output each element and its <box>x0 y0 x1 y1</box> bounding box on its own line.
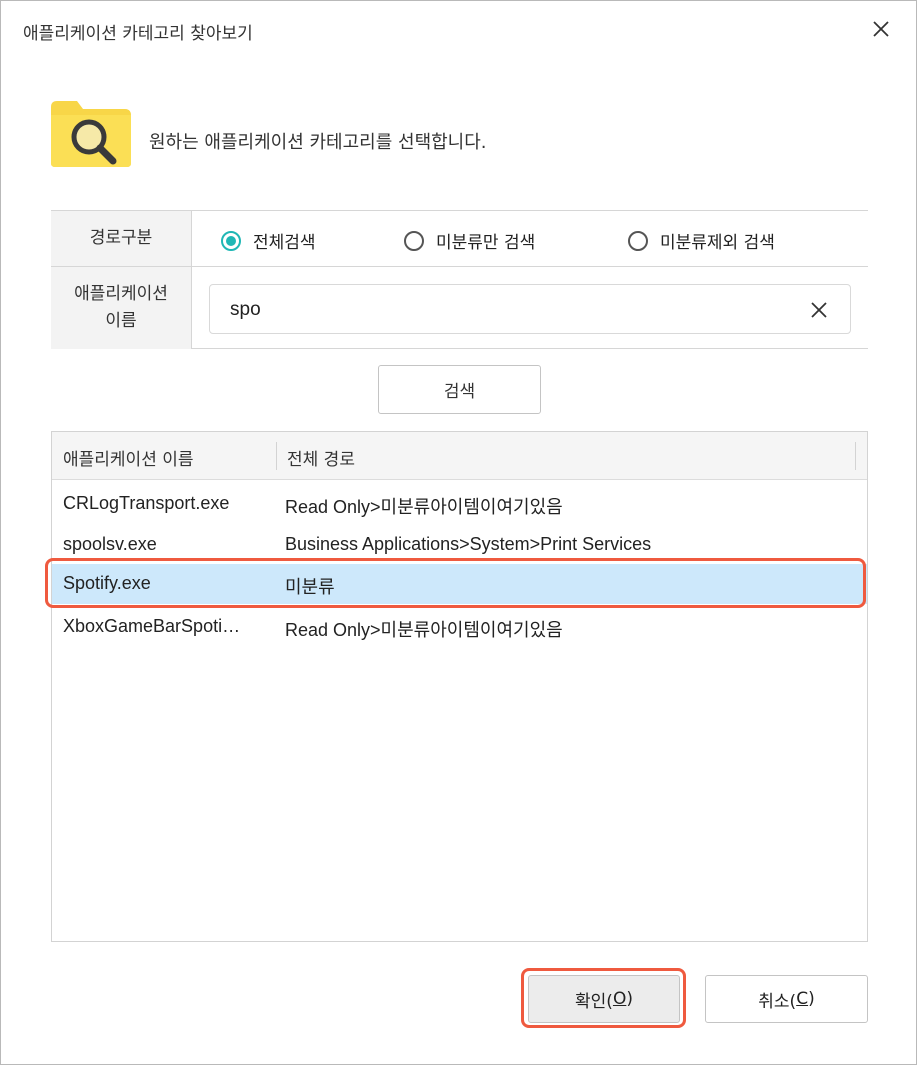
close-icon <box>873 21 889 37</box>
app-name-cell: CRLogTransport.exe <box>63 493 230 513</box>
category-browser-dialog: 애플리케이션 카테고리 찾아보기 원하는 애플리케이션 카테고리를 선택합니다.… <box>0 0 917 1065</box>
radio-checked-icon <box>221 230 241 251</box>
path-type-label: 경로구분 <box>51 211 192 266</box>
app-name-label-line2: 이름 <box>105 311 137 331</box>
full-path-cell: Read Only>미분류아이템이여기있음 <box>285 497 563 517</box>
path-type-row: 경로구분 전체검색 미분류만 검색 미분류제외 검색 <box>51 211 868 267</box>
app-name-cell: spoolsv.exe <box>63 534 157 554</box>
cancel-button[interactable]: 취소(C) <box>705 975 868 1023</box>
radio-unchecked-icon <box>404 230 424 251</box>
full-path-cell: Read Only>미분류아이템이여기있음 <box>285 620 563 640</box>
list-row[interactable]: spoolsv.exe Business Applications>System… <box>52 525 867 565</box>
application-list: 애플리케이션 이름 전체 경로 CRLogTransport.exe Read … <box>51 431 868 942</box>
filter-form: 경로구분 전체검색 미분류만 검색 미분류제외 검색 애플리케이션 이름 <box>51 210 868 349</box>
radio-exclude-uncategorized[interactable]: 미분류제외 검색 <box>628 228 775 253</box>
app-name-cell: XboxGameBarSpoti… <box>63 616 241 636</box>
ok-button-mnemonic: O <box>612 989 627 1009</box>
app-name-input[interactable] <box>230 297 790 323</box>
column-header-app-name[interactable]: 애플리케이션 이름 <box>63 445 194 470</box>
cancel-button-text: 취소( <box>758 991 797 1012</box>
radio-label: 미분류제외 검색 <box>660 233 775 253</box>
ok-button-text: 확인( <box>575 991 613 1012</box>
ok-button-close: ) <box>626 989 633 1009</box>
radio-uncategorized-only[interactable]: 미분류만 검색 <box>404 228 535 253</box>
radio-unchecked-icon <box>628 230 648 251</box>
clear-button[interactable] <box>802 293 836 327</box>
app-name-search-box <box>209 284 851 334</box>
cancel-button-close: ) <box>808 989 815 1009</box>
list-row-selected[interactable]: Spotify.exe 미분류 <box>52 564 867 604</box>
list-row[interactable]: CRLogTransport.exe Read Only>미분류아이템이여기있음 <box>52 484 867 524</box>
app-name-row: 애플리케이션 이름 <box>51 267 868 349</box>
cancel-button-mnemonic: C <box>796 989 809 1009</box>
ok-button[interactable]: 확인(O) <box>528 975 680 1023</box>
search-button[interactable]: 검색 <box>378 365 541 414</box>
full-path-cell: Business Applications>System>Print Servi… <box>285 534 652 554</box>
column-divider[interactable] <box>855 442 856 470</box>
clear-icon <box>811 302 827 318</box>
app-name-label-line1: 애플리케이션 <box>74 284 168 304</box>
close-button[interactable] <box>861 11 901 47</box>
app-name-label: 애플리케이션 이름 <box>51 267 192 349</box>
instruction-text: 원하는 애플리케이션 카테고리를 선택합니다. <box>149 132 487 153</box>
full-path-cell: 미분류 <box>285 577 335 597</box>
list-header: 애플리케이션 이름 전체 경로 <box>52 432 867 480</box>
column-divider[interactable] <box>276 442 277 470</box>
radio-label: 전체검색 <box>253 233 316 253</box>
list-row[interactable]: XboxGameBarSpoti… Read Only>미분류아이템이여기있음 <box>52 607 867 647</box>
folder-search-icon <box>51 101 131 167</box>
radio-label: 미분류만 검색 <box>436 233 536 253</box>
app-name-cell: Spotify.exe <box>63 573 151 593</box>
dialog-title: 애플리케이션 카테고리 찾아보기 <box>23 24 253 44</box>
radio-all-search[interactable]: 전체검색 <box>221 228 316 253</box>
column-header-full-path[interactable]: 전체 경로 <box>287 445 355 470</box>
